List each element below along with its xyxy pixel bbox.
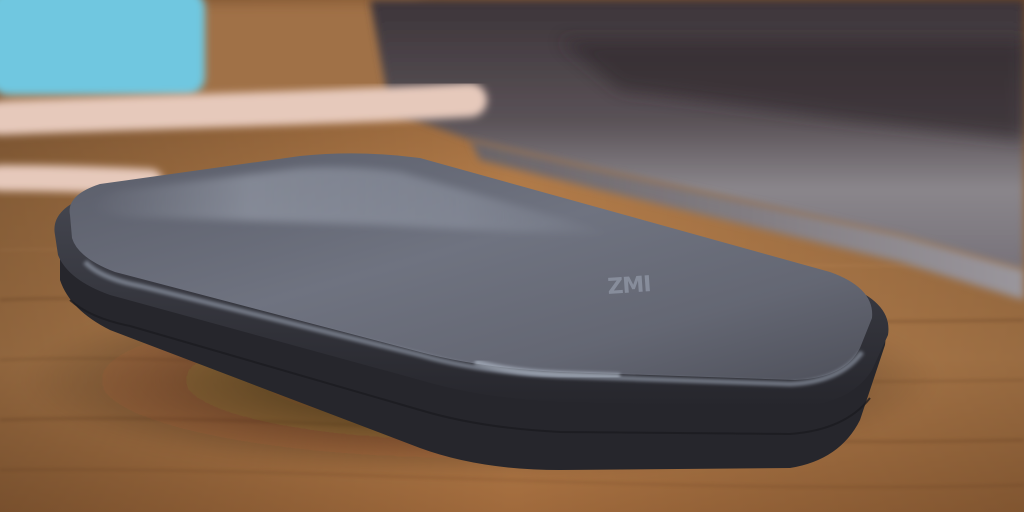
power-bank-logo: ZMI bbox=[607, 272, 652, 300]
photo-canvas: ZMI bbox=[0, 0, 1024, 512]
blue-object bbox=[0, 0, 205, 95]
photo-scene: ZMI bbox=[0, 0, 1024, 512]
